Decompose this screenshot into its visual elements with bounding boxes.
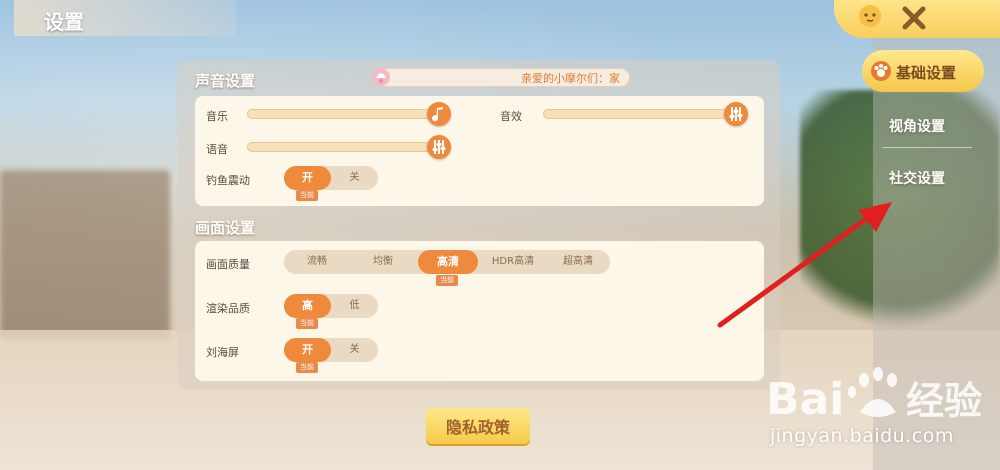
effects-slider[interactable]: [543, 109, 738, 119]
vibration-on-option[interactable]: 开: [284, 166, 331, 190]
music-slider[interactable]: [247, 109, 442, 119]
music-note-icon: [432, 107, 443, 122]
notch-on-option[interactable]: 开: [284, 338, 331, 362]
quality-option-smooth[interactable]: 流畅: [284, 250, 350, 274]
current-badge: 当前: [296, 362, 318, 373]
tab-basic-settings[interactable]: 基础设置: [862, 50, 984, 92]
fishing-vibration-label: 钓鱼震动: [206, 174, 250, 187]
fishing-vibration-toggle[interactable]: 开 关: [284, 166, 378, 190]
render-low-option[interactable]: 低: [331, 294, 378, 318]
effects-slider-knob[interactable]: [724, 102, 748, 126]
svg-text:经验: 经验: [906, 379, 982, 423]
page-title: 设置: [44, 10, 84, 34]
sound-section-title: 声音设置: [195, 72, 256, 90]
current-badge: 当前: [436, 275, 458, 286]
voice-slider[interactable]: [247, 142, 442, 152]
quality-option-ultra[interactable]: 超高清: [546, 250, 610, 274]
quality-option-hd[interactable]: 高清: [418, 250, 478, 274]
quality-selector[interactable]: 流畅 均衡 高清 HDR高清 超高清: [284, 250, 610, 274]
current-badge: 当前: [296, 318, 318, 329]
baidu-watermark-logo: Bai 经验: [766, 367, 982, 425]
equalizer-icon: [432, 140, 446, 154]
voice-slider-knob[interactable]: [427, 135, 451, 159]
render-quality-label: 渲染品质: [206, 302, 250, 315]
close-icon[interactable]: [898, 2, 930, 34]
tab-social-settings[interactable]: 社交设置: [889, 168, 945, 188]
watermark-url: jingyan.baidu.com: [770, 425, 954, 447]
announcement-ticker: 亲爱的小摩尔们：家: [372, 68, 630, 87]
voice-label: 语音: [206, 143, 228, 156]
quality-option-hdr[interactable]: HDR高清: [480, 250, 546, 274]
quality-label: 画面质量: [206, 258, 250, 271]
quality-option-balanced[interactable]: 均衡: [350, 250, 416, 274]
notch-screen-label: 刘海屏: [206, 346, 239, 359]
bell-icon: [372, 68, 390, 86]
notch-off-option[interactable]: 关: [331, 338, 378, 362]
render-quality-toggle[interactable]: 高 低: [284, 294, 378, 318]
tab-basic-settings-label: 基础设置: [896, 64, 957, 82]
music-slider-knob[interactable]: [427, 102, 451, 126]
svg-text:Bai: Bai: [766, 374, 844, 425]
render-high-option[interactable]: 高: [284, 294, 331, 318]
notch-screen-toggle[interactable]: 开 关: [284, 338, 378, 362]
vibration-off-option[interactable]: 关: [331, 166, 378, 190]
display-section-title: 画面设置: [195, 219, 256, 237]
music-label: 音乐: [206, 110, 228, 123]
background-house: [0, 170, 170, 340]
pet-paw-icon: [871, 61, 891, 81]
tab-camera-settings[interactable]: 视角设置: [889, 116, 945, 136]
privacy-policy-button[interactable]: 隐私政策: [426, 408, 530, 444]
equalizer-icon: [729, 107, 743, 121]
effects-label: 音效: [500, 110, 522, 123]
ticker-text: 亲爱的小摩尔们：家: [521, 72, 620, 85]
sidebar-divider: [882, 147, 972, 148]
current-badge: 当前: [296, 190, 318, 201]
pet-face-icon: [859, 5, 881, 27]
